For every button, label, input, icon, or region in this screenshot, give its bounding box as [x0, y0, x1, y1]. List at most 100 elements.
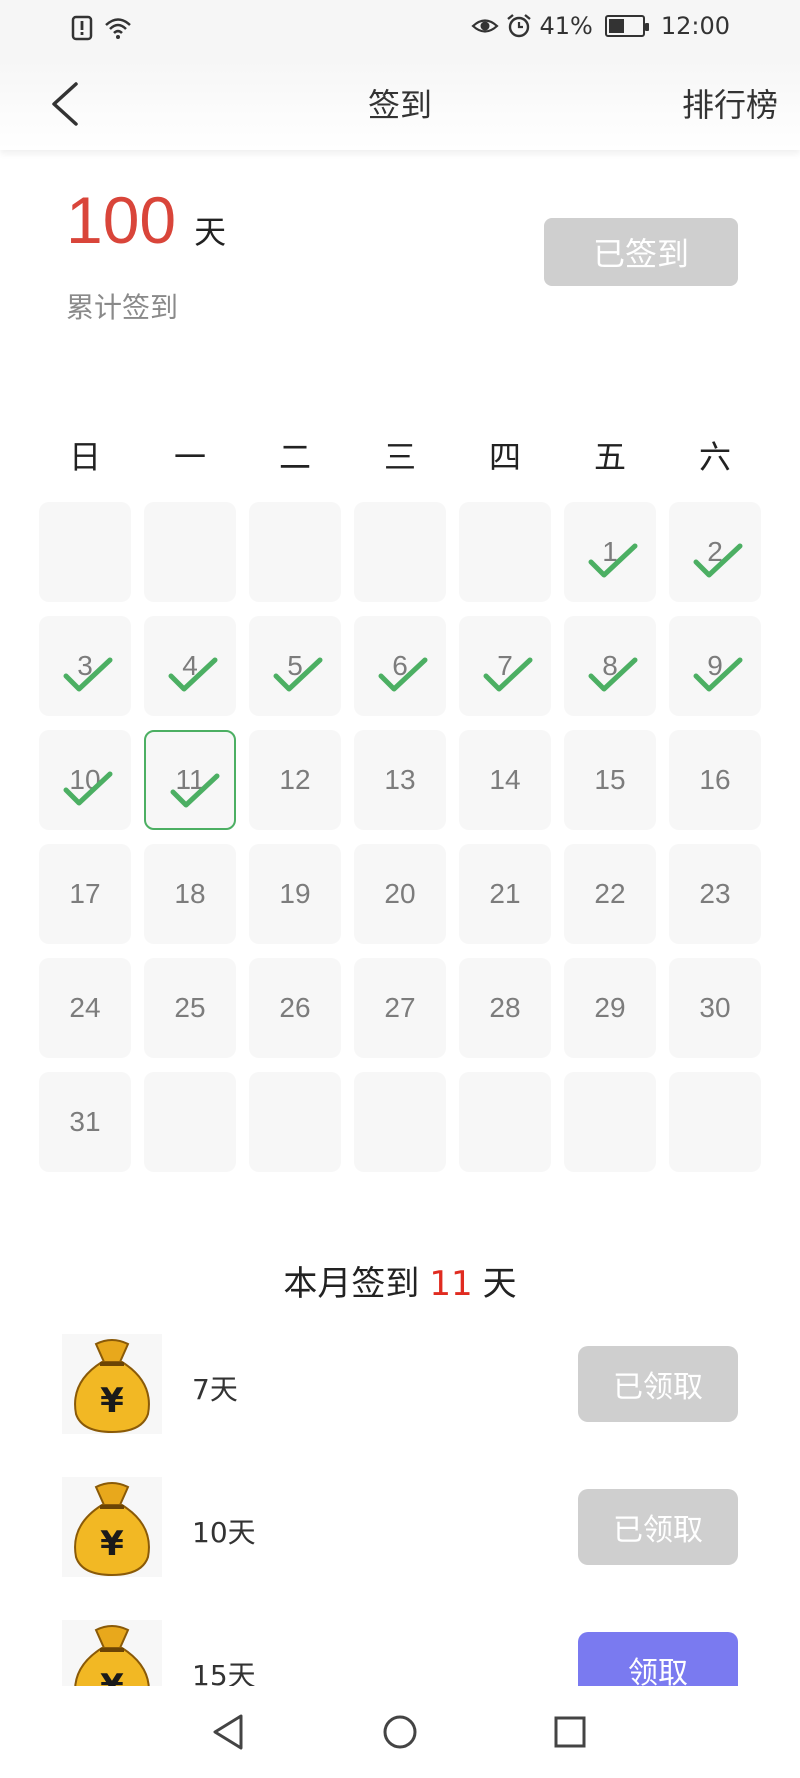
calendar-empty-cell — [459, 502, 551, 602]
day-number: 28 — [489, 992, 521, 1023]
calendar-day[interactable]: 31 — [39, 1072, 131, 1172]
month-checkin-suffix: 天 — [482, 1264, 517, 1304]
day-number: 22 — [594, 878, 626, 909]
reward-days: 7天 — [192, 1373, 238, 1406]
wifi-icon — [105, 18, 131, 39]
calendar-day[interactable]: 12 — [249, 730, 341, 830]
calendar-day[interactable]: 3 — [39, 616, 131, 716]
day-number: 29 — [594, 992, 626, 1023]
calendar-day[interactable]: 24 — [39, 958, 131, 1058]
calendar-day[interactable]: 1 — [564, 502, 656, 602]
calendar-day[interactable]: 22 — [564, 844, 656, 944]
calendar-empty-cell — [564, 1072, 656, 1172]
calendar-empty-cell — [249, 1072, 341, 1172]
month-checkin-summary: 本月签到 11 天 — [0, 1256, 800, 1305]
check-icon — [483, 657, 533, 692]
svg-text:¥: ¥ — [100, 1524, 124, 1564]
signed-button[interactable]: 已签到 — [544, 218, 738, 286]
calendar-day[interactable]: 25 — [144, 958, 236, 1058]
total-days: 100 — [66, 183, 177, 257]
calendar-day[interactable]: 28 — [459, 958, 551, 1058]
nav-home-icon[interactable] — [376, 1708, 424, 1756]
check-icon — [63, 771, 113, 806]
day-number: 31 — [69, 1106, 101, 1137]
day-number: 26 — [279, 992, 311, 1023]
claimed-button[interactable]: 已领取 — [578, 1346, 738, 1422]
calendar-empty-cell — [669, 1072, 761, 1172]
calendar-day[interactable]: 26 — [249, 958, 341, 1058]
day-number: 15 — [594, 764, 626, 795]
check-icon — [588, 657, 638, 692]
system-nav-bar — [0, 1686, 800, 1778]
day-number: 27 — [384, 992, 416, 1023]
check-icon — [378, 657, 428, 692]
day-number: 12 — [279, 764, 311, 795]
reward-row: ¥ 7天 已领取 — [62, 1334, 738, 1434]
calendar-empty-cell — [354, 502, 446, 602]
calendar-day[interactable]: 4 — [144, 616, 236, 716]
calendar-day[interactable]: 6 — [354, 616, 446, 716]
day-number: 21 — [489, 878, 521, 909]
day-number: 16 — [699, 764, 731, 795]
clock: 12:00 — [660, 12, 730, 40]
day-number: 19 — [279, 878, 311, 909]
leaderboard-link[interactable]: 排行榜 — [682, 80, 778, 126]
calendar-empty-cell — [249, 502, 341, 602]
day-number: 23 — [699, 878, 731, 909]
claimed-button[interactable]: 已领取 — [578, 1489, 738, 1565]
weekday-label: 六 — [698, 438, 731, 476]
nav-recents-icon[interactable] — [546, 1708, 594, 1756]
weekday-label: 二 — [278, 438, 311, 476]
day-number: 20 — [384, 878, 416, 909]
alert-icon — [71, 15, 93, 41]
day-number: 25 — [174, 992, 206, 1023]
reward-days: 10天 — [192, 1516, 256, 1549]
page-title: 签到 — [367, 86, 432, 124]
check-icon — [693, 543, 743, 578]
calendar-day[interactable]: 14 — [459, 730, 551, 830]
calendar-day[interactable]: 7 — [459, 616, 551, 716]
nav-back-icon[interactable] — [205, 1708, 253, 1756]
calendar-day[interactable]: 18 — [144, 844, 236, 944]
day-number: 24 — [69, 992, 101, 1023]
calendar-day[interactable]: 27 — [354, 958, 446, 1058]
check-icon — [170, 773, 220, 808]
calendar-day[interactable]: 10 — [39, 730, 131, 830]
weekday-label: 五 — [593, 438, 626, 476]
check-icon — [168, 657, 218, 692]
reward-row: ¥ 10天 已领取 — [62, 1477, 738, 1577]
weekday-label: 日 — [68, 438, 101, 476]
money-bag-icon: ¥ — [62, 1477, 162, 1577]
calendar-empty-cell — [39, 502, 131, 602]
calendar-day[interactable]: 15 — [564, 730, 656, 830]
calendar-day[interactable]: 23 — [669, 844, 761, 944]
calendar-day[interactable]: 11 — [144, 730, 236, 830]
battery-percent: 41% — [539, 12, 593, 40]
calendar-day[interactable]: 13 — [354, 730, 446, 830]
title-bar: 签到 排行榜 — [0, 58, 800, 150]
total-checkin-label: 累计签到 — [66, 291, 179, 324]
status-bar: 41% 12:00 — [0, 0, 800, 58]
calendar-empty-cell — [144, 1072, 236, 1172]
calendar-day[interactable]: 2 — [669, 502, 761, 602]
calendar-empty-cell — [144, 502, 236, 602]
check-icon — [588, 543, 638, 578]
day-number: 14 — [489, 764, 521, 795]
total-days-unit: 天 — [194, 213, 227, 251]
calendar-day[interactable]: 8 — [564, 616, 656, 716]
weekday-label: 四 — [488, 438, 521, 476]
month-checkin-prefix: 本月签到 — [283, 1264, 420, 1304]
battery-icon — [604, 15, 649, 37]
check-icon — [693, 657, 743, 692]
calendar-day[interactable]: 19 — [249, 844, 341, 944]
calendar-day[interactable]: 5 — [249, 616, 341, 716]
day-number: 17 — [69, 878, 101, 909]
calendar-day[interactable]: 9 — [669, 616, 761, 716]
calendar-day[interactable]: 29 — [564, 958, 656, 1058]
calendar-day[interactable]: 17 — [39, 844, 131, 944]
calendar-day[interactable]: 30 — [669, 958, 761, 1058]
calendar-day[interactable]: 20 — [354, 844, 446, 944]
calendar-day[interactable]: 16 — [669, 730, 761, 830]
month-checkin-count: 11 — [429, 1264, 473, 1304]
calendar-day[interactable]: 21 — [459, 844, 551, 944]
